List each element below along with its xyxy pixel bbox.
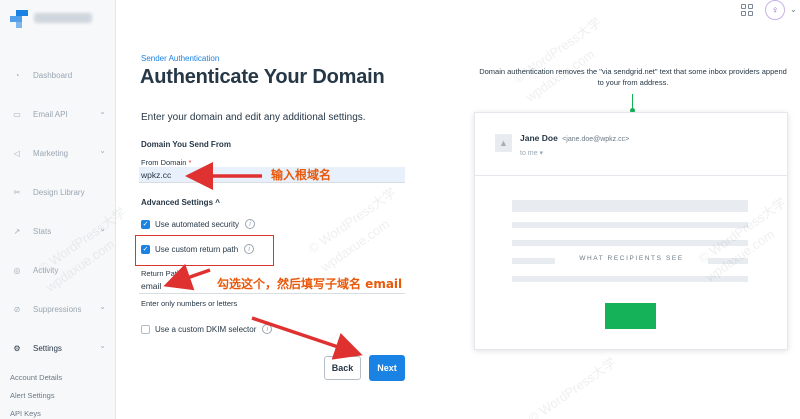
custom-return-path-label: Use custom return path [155,244,239,254]
sender-email: <jane.doe@wpkz.cc> [562,136,630,143]
chevron-down-icon: ⌄ [99,146,106,155]
custom-dkim-option[interactable]: Use a custom DKIM selector i [141,323,273,335]
custom-dkim-checkbox[interactable] [141,324,150,334]
sidebar-subitem-api-keys[interactable]: API Keys [10,409,41,418]
automated-security-checkbox[interactable]: ✓ [141,219,150,229]
sidebar-item-email-api[interactable]: ▭ Email API ⌄ [10,103,110,125]
sidebar-subitem-account-details[interactable]: Account Details [10,373,62,382]
preview-description: Domain authentication removes the "via s… [479,67,787,88]
annotation-domain-note: 输入根域名 [271,168,332,182]
info-icon[interactable]: i [244,244,255,254]
watermark: © WordPress大学 [305,184,399,257]
sidebar-item-dashboard[interactable]: ◔ Dashboard [10,64,110,86]
domain-section-heading: Domain You Send From [141,140,231,149]
automated-security-option[interactable]: ✓ Use automated security i [141,218,256,230]
stats-icon: ↗ [13,226,21,236]
recipients-label: WHAT RECIPIENTS SEE [555,252,708,266]
advanced-settings-toggle[interactable]: Advanced Settings ^ [141,198,220,207]
info-icon[interactable]: i [245,219,256,229]
suppressions-icon: ⊘ [13,304,21,314]
chevron-down-icon: ⌄ [99,302,106,311]
sidebar-item-settings[interactable]: ⚙ Settings ⌄ [10,337,110,359]
automated-security-label: Use automated security [155,219,240,229]
apps-grid-icon[interactable] [741,4,753,16]
preview-cta-button [605,303,656,329]
dashboard-icon: ◔ [14,70,20,80]
placeholder-bar [512,200,748,212]
megaphone-icon: ◁ [13,148,21,158]
required-mark: * [188,158,192,167]
placeholder-bar [512,276,748,282]
sendgrid-logo-icon [10,10,28,28]
chevron-down-icon: ⌄ [99,107,106,116]
sidebar-item-label: Dashboard [33,70,73,80]
return-path-helper: Enter only numbers or letters [141,299,238,308]
back-button[interactable]: Back [324,356,361,380]
sidebar: ◔ Dashboard ▭ Email API ⌄ ◁ Marketing ⌄ … [0,0,116,419]
sidebar-item-label: Activity [33,265,59,275]
sidebar-item-label: Stats [33,226,52,236]
custom-dkim-label: Use a custom DKIM selector [155,324,257,334]
apps-grid-cell [741,11,746,16]
sidebar-item-label: Suppressions [33,304,82,314]
activity-icon: ◎ [13,265,21,275]
from-domain-label: From Domain * [141,158,191,167]
watermark: © WordPress大学 [525,354,619,419]
annotation-return-path-note: 勾选这个，然后填写子域名 email [217,277,403,291]
account-name-blurred [34,13,92,23]
sender-line: Jane Doe <jane.doe@wpkz.cc> [520,133,629,143]
sender-avatar-icon: ▲ [495,134,512,152]
email-preview-header: ▲ Jane Doe <jane.doe@wpkz.cc> to me ▾ [475,113,787,176]
breadcrumb[interactable]: Sender Authentication [141,54,219,63]
chevron-down-icon: ⌄ [99,341,106,350]
design-library-icon: ✂ [13,187,21,197]
sidebar-item-activity[interactable]: ◎ Activity [10,259,110,281]
chevron-down-icon[interactable]: ⌄ [790,5,797,14]
sidebar-item-design-library[interactable]: ✂ Design Library [10,181,110,203]
placeholder-bar [512,240,748,246]
sidebar-subitem-alert-settings[interactable]: Alert Settings [10,391,55,400]
sidebar-item-stats[interactable]: ↗ Stats ⌄ [10,220,110,242]
user-avatar[interactable]: ♀ [765,0,785,20]
sidebar-item-label: Settings [33,343,62,353]
user-icon: ♀ [771,4,779,16]
email-api-icon: ▭ [13,109,21,119]
watermark: wpdaxue.com [317,216,393,275]
from-domain-label-text: From Domain [141,158,187,167]
sidebar-item-label: Design Library [33,187,85,197]
intro-text: Enter your domain and edit any additiona… [141,112,366,123]
apps-grid-cell [748,4,753,9]
chevron-down-icon: ⌄ [99,224,106,233]
settings-icon: ⚙ [13,343,21,353]
sidebar-item-suppressions[interactable]: ⊘ Suppressions ⌄ [10,298,110,320]
sidebar-item-label: Email API [33,109,68,119]
sender-name: Jane Doe [520,133,558,143]
sidebar-item-marketing[interactable]: ◁ Marketing ⌄ [10,142,110,164]
apps-grid-cell [741,4,746,9]
placeholder-bar [512,222,748,228]
return-path-label: Return Path [141,269,182,278]
next-button[interactable]: Next [369,355,405,381]
page-title: Authenticate Your Domain [140,66,385,88]
apps-grid-cell [748,11,753,16]
to-line: to me ▾ [520,150,543,157]
custom-return-path-checkbox[interactable]: ✓ [141,244,150,254]
custom-return-path-option[interactable]: ✓ Use custom return path i [141,243,255,255]
sidebar-item-label: Marketing [33,148,69,158]
info-icon[interactable]: i [262,324,273,334]
